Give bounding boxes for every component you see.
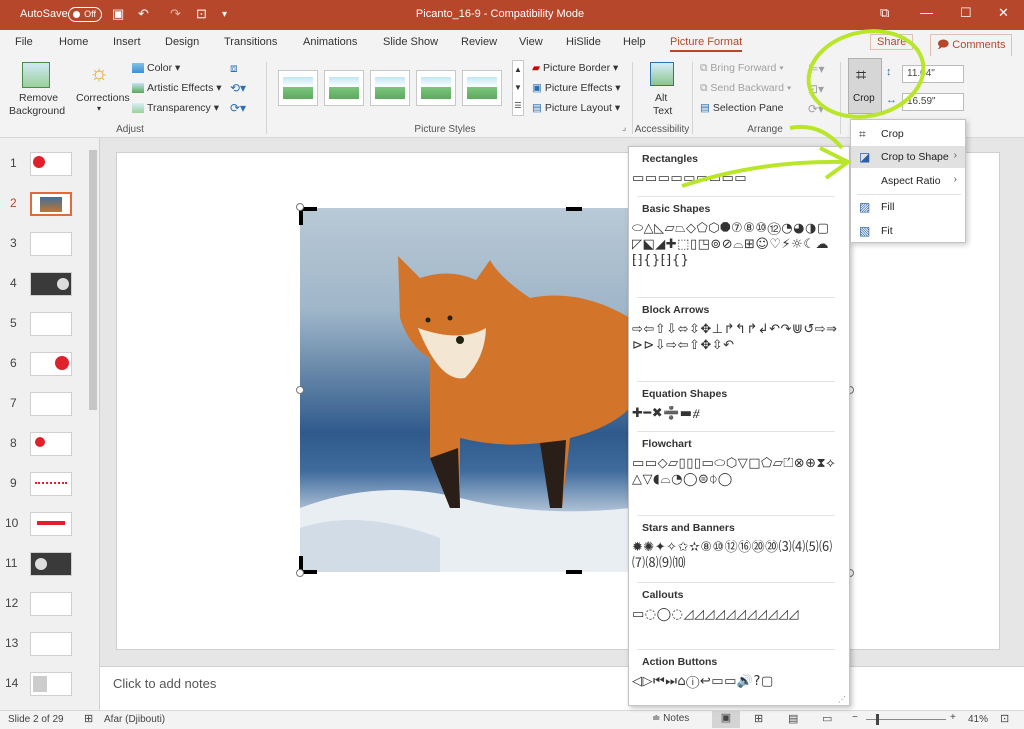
highlight-circle xyxy=(806,29,926,119)
annotation-arrow xyxy=(681,159,847,188)
annotation-overlay xyxy=(681,29,926,188)
annotation-arrow xyxy=(789,125,844,150)
